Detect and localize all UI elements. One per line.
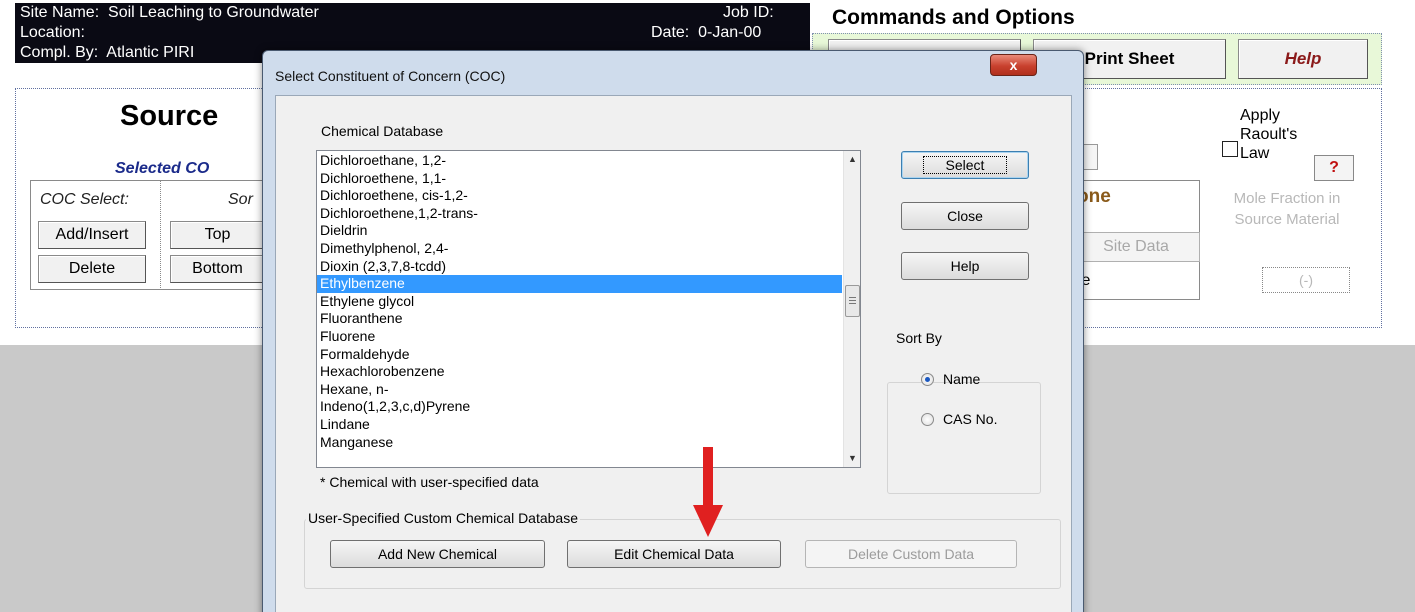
scroll-up-icon[interactable]: ▲: [844, 151, 860, 168]
delete-button[interactable]: Delete: [38, 255, 146, 283]
select-button-label: Select: [922, 156, 1008, 174]
chemical-list-item[interactable]: Dimethylphenol, 2,4-: [317, 240, 842, 258]
raoult-label: Apply Raoult's Law: [1240, 107, 1298, 162]
close-button[interactable]: Close: [901, 202, 1029, 230]
coc-select-label: COC Select:: [40, 191, 129, 208]
mole-fraction-field[interactable]: (-): [1262, 267, 1350, 293]
chemical-list-item[interactable]: Dichloroethene, 1,1-: [317, 170, 842, 188]
edit-chemical-data-button[interactable]: Edit Chemical Data: [567, 540, 781, 568]
date-value[interactable]: 0-Jan-00: [698, 24, 761, 41]
help-button[interactable]: Help: [1238, 39, 1368, 79]
scroll-thumb[interactable]: [845, 285, 860, 317]
chemical-list-item[interactable]: Dichloroethane, 1,2-: [317, 152, 842, 170]
site-data-button[interactable]: Site Data: [1072, 232, 1200, 262]
chemical-list-item[interactable]: Ethylbenzene: [317, 275, 842, 293]
mole-fraction-label: Mole Fraction in Source Material: [1233, 190, 1341, 228]
compl-by-value[interactable]: Atlantic PIRI: [106, 44, 194, 61]
add-new-chemical-button[interactable]: Add New Chemical: [330, 540, 545, 568]
chemical-list-item[interactable]: Dichloroethene,1,2-trans-: [317, 205, 842, 223]
chemical-database-label: Chemical Database: [321, 123, 444, 139]
sort-cas-label[interactable]: CAS No.: [943, 411, 997, 427]
chemical-list-item[interactable]: Indeno(1,2,3,c,d)Pyrene: [317, 398, 842, 416]
chemical-list-item[interactable]: Formaldehyde: [317, 346, 842, 364]
chemical-list-item[interactable]: Manganese: [317, 434, 842, 452]
footnote: * Chemical with user-specified data: [320, 474, 539, 490]
date-label: Date:: [651, 24, 690, 41]
dialog-title: Select Constituent of Concern (COC): [275, 68, 506, 84]
scroll-down-icon[interactable]: ▼: [844, 450, 860, 467]
chemical-list-item[interactable]: Fluoranthene: [317, 310, 842, 328]
selected-coc-label: Selected CO: [115, 160, 210, 177]
chemical-list-item[interactable]: Dioxin (2,3,7,8-tcdd): [317, 258, 842, 276]
delete-custom-data-button[interactable]: Delete Custom Data: [805, 540, 1017, 568]
sort-top-button[interactable]: Top: [170, 221, 265, 249]
sort-bottom-button[interactable]: Bottom: [170, 255, 265, 283]
list-scrollbar[interactable]: ▲ ▼: [843, 151, 860, 467]
close-icon[interactable]: x: [990, 54, 1037, 76]
dialog-help-button[interactable]: Help: [901, 252, 1029, 280]
select-button[interactable]: Select: [901, 151, 1029, 179]
sort-name-radio[interactable]: [921, 373, 934, 386]
compl-by-label: Compl. By:: [20, 44, 99, 61]
add-insert-button[interactable]: Add/Insert: [38, 221, 146, 249]
dialog-body: Chemical Database Dichloroethane, 1,2- Di…: [275, 95, 1072, 612]
custom-database-label: User-Specified Custom Chemical Database: [306, 510, 580, 526]
location-label: Location:: [20, 24, 85, 41]
sort-name-label[interactable]: Name: [943, 371, 980, 387]
chemical-list-item[interactable]: Lindane: [317, 416, 842, 434]
sort-by-group: [887, 382, 1041, 494]
site-name-label: Site Name:: [20, 4, 100, 21]
chemical-list-item[interactable]: Fluorene: [317, 328, 842, 346]
commands-title: Commands and Options: [832, 6, 1075, 29]
chemical-list: Dichloroethane, 1,2- Dichloroethene, 1,1-…: [317, 152, 842, 451]
sort-cas-radio[interactable]: [921, 413, 934, 426]
chemical-list-item[interactable]: Hexachlorobenzene: [317, 363, 842, 381]
sort-by-label: Sort By: [893, 330, 945, 346]
raoult-checkbox[interactable]: [1222, 141, 1238, 157]
source-title: Source: [120, 100, 219, 132]
select-coc-dialog: Select Constituent of Concern (COC) x Ch…: [262, 50, 1084, 612]
chemical-list-item[interactable]: Dieldrin: [317, 222, 842, 240]
chemical-list-item[interactable]: Ethylene glycol: [317, 293, 842, 311]
chemical-listbox[interactable]: Dichloroethane, 1,2- Dichloroethene, 1,1-…: [316, 150, 861, 468]
job-id-label: Job ID:: [723, 4, 774, 21]
red-arrow-icon: [693, 447, 723, 537]
chemical-list-item[interactable]: Dichloroethene, cis-1,2-: [317, 187, 842, 205]
raoult-help-button[interactable]: ?: [1314, 155, 1354, 181]
chemical-list-item[interactable]: Hexane, n-: [317, 381, 842, 399]
coc-divider: [160, 180, 161, 290]
site-name-value[interactable]: Soil Leaching to Groundwater: [108, 4, 319, 21]
sort-label: Sor: [228, 191, 253, 208]
